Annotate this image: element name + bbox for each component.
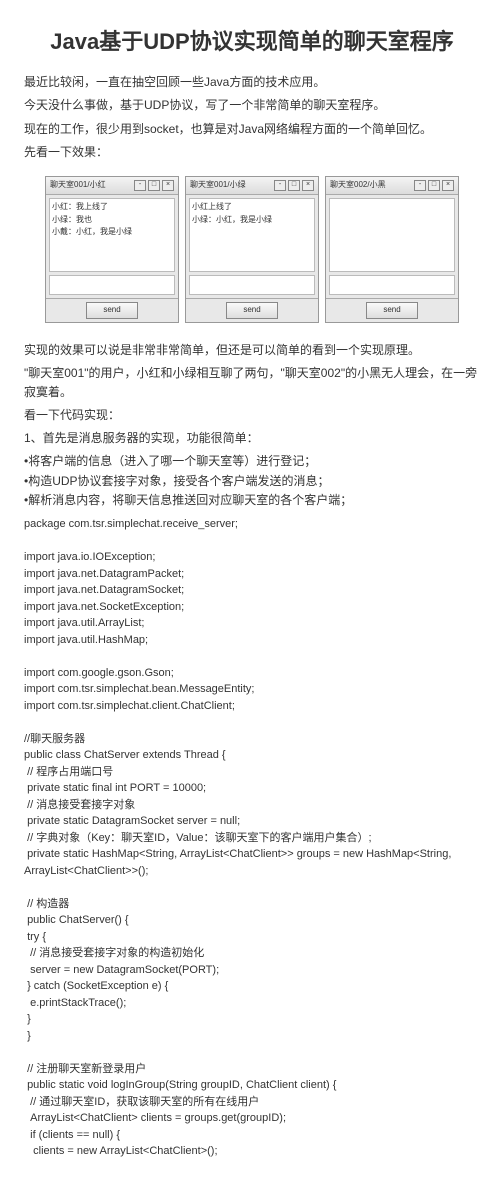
page-title: Java基于UDP协议实现简单的聊天室程序 — [24, 24, 480, 59]
chat-area: 小红：我上线了小绿：我也小戴：小红，我是小绿 — [49, 198, 175, 272]
maximize-icon: □ — [428, 180, 440, 191]
close-icon: × — [162, 180, 174, 191]
body-text: "聊天室001"的用户，小红和小绿相互聊了两句，"聊天室002"的小黑无人理会，… — [24, 364, 480, 402]
body-text: 1、首先是消息服务器的实现，功能很简单： — [24, 429, 480, 448]
intro-line: 最近比较闲，一直在抽空回顾一些Java方面的技术应用。 — [24, 73, 480, 92]
intro-line: 今天没什么事做，基于UDP协议，写了一个非常简单的聊天室程序。 — [24, 96, 480, 115]
body-text: 看一下代码实现： — [24, 406, 480, 425]
screenshot-row: 聊天室001/小红-□× 小红：我上线了小绿：我也小戴：小红，我是小绿 send… — [24, 176, 480, 323]
minimize-icon: - — [274, 180, 286, 191]
intro-line: 先看一下效果： — [24, 143, 480, 162]
chat-area: 小红上线了小绿：小红，我是小绿 — [189, 198, 315, 272]
window-title: 聊天室001/小红 — [50, 179, 132, 192]
send-button[interactable]: send — [366, 302, 418, 319]
chat-input[interactable] — [329, 275, 455, 295]
minimize-icon: - — [134, 180, 146, 191]
code-block: package com.tsr.simplechat.receive_serve… — [24, 516, 480, 1160]
window-title: 聊天室001/小绿 — [190, 179, 272, 192]
maximize-icon: □ — [148, 180, 160, 191]
chat-window-3: 聊天室002/小黑-□× send — [325, 176, 459, 323]
chat-window-2: 聊天室001/小绿-□× 小红上线了小绿：小红，我是小绿 send — [185, 176, 319, 323]
minimize-icon: - — [414, 180, 426, 191]
chat-input[interactable] — [189, 275, 315, 295]
chat-window-1: 聊天室001/小红-□× 小红：我上线了小绿：我也小戴：小红，我是小绿 send — [45, 176, 179, 323]
close-icon: × — [442, 180, 454, 191]
body-text: 实现的效果可以说是非常非常简单，但还是可以简单的看到一个实现原理。 — [24, 341, 480, 360]
chat-input[interactable] — [49, 275, 175, 295]
close-icon: × — [302, 180, 314, 191]
body-text: •将客户端的信息（进入了哪一个聊天室等）进行登记； •构造UDP协议套接字对象，… — [24, 452, 480, 510]
maximize-icon: □ — [288, 180, 300, 191]
intro-line: 现在的工作，很少用到socket，也算是对Java网络编程方面的一个简单回忆。 — [24, 120, 480, 139]
send-button[interactable]: send — [86, 302, 138, 319]
window-title: 聊天室002/小黑 — [330, 179, 412, 192]
send-button[interactable]: send — [226, 302, 278, 319]
chat-area — [329, 198, 455, 272]
